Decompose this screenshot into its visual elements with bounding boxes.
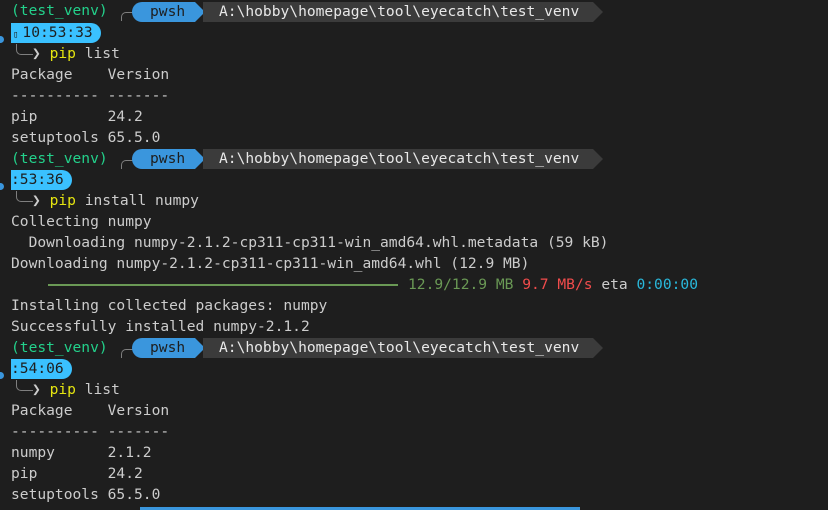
prompt-venv: (test_venv) [11,2,108,19]
list-separator: ---------- ------- [11,87,170,104]
command-name: pip [49,45,76,62]
prompt-dot [0,36,4,43]
list-item: pip 24.2 [11,108,143,125]
command-line[interactable]: ❯ pip list [32,43,120,64]
list-item: setuptools 65.5.0 [11,486,161,503]
progress-speed: 9.7 MB/s [522,276,593,293]
chevron-right-icon: ❯ [32,192,50,209]
command-line[interactable]: ❯ pip list [32,379,120,400]
path-segment: A:\hobby\homepage\tool\eyecatch\test_ven… [203,338,604,358]
shell-segment: pwsh [132,338,206,358]
list-header: Package Version [11,402,170,419]
time-segment: ▯ 10:53:33 [11,23,101,43]
command-name: pip [49,192,76,209]
path-segment: A:\hobby\homepage\tool\eyecatch\test_ven… [203,149,604,169]
list-item: setuptools 65.5.0 [11,129,161,146]
command-line[interactable]: ❯ pip install numpy [32,190,199,211]
clock-icon: ▯ [13,30,19,40]
time-text: 10:53:33 [22,24,93,41]
prompt-connector [16,191,33,202]
time-segment: :53:36 [11,170,72,190]
shell-segment: pwsh [132,149,206,169]
output-line: Downloading numpy-2.1.2-cp311-cp311-win_… [11,234,609,251]
progress-stats: 12.9/12.9 MB 9.7 MB/s eta 0:00:00 [408,274,698,295]
command-args: list [84,45,120,62]
output-line: Collecting numpy [11,213,152,230]
progress-eta-label: eta [601,276,628,293]
prompt-connector [16,380,33,391]
command-args: list [84,381,120,398]
shell-segment: pwsh [132,2,206,22]
path-segment: A:\hobby\homepage\tool\eyecatch\test_ven… [203,2,604,22]
prompt-venv: (test_venv) [11,339,108,356]
time-segment: :54:06 [11,359,72,379]
progress-eta: 0:00:00 [636,276,698,293]
progress-size: 12.9/12.9 MB [408,276,514,293]
command-name: pip [49,381,76,398]
prompt-dot [0,183,4,190]
prompt-venv: (test_venv) [11,150,108,167]
terminal-window[interactable]: (test_venv) pwsh A:\hobby\homepage\tool\… [0,0,828,510]
list-item: pip 24.2 [11,465,143,482]
chevron-right-icon: ❯ [32,381,50,398]
output-line: Successfully installed numpy-2.1.2 [11,318,310,335]
list-item: numpy 2.1.2 [11,444,152,461]
list-separator: ---------- ------- [11,423,170,440]
list-header: Package Version [11,66,170,83]
chevron-right-icon: ❯ [32,45,50,62]
download-progress-bar [48,284,398,286]
prompt-dot [0,372,4,379]
output-line: Installing collected packages: numpy [11,297,328,314]
command-args: install numpy [84,192,199,209]
output-line: Downloading numpy-2.1.2-cp311-cp311-win_… [11,255,530,272]
prompt-connector [16,44,33,55]
